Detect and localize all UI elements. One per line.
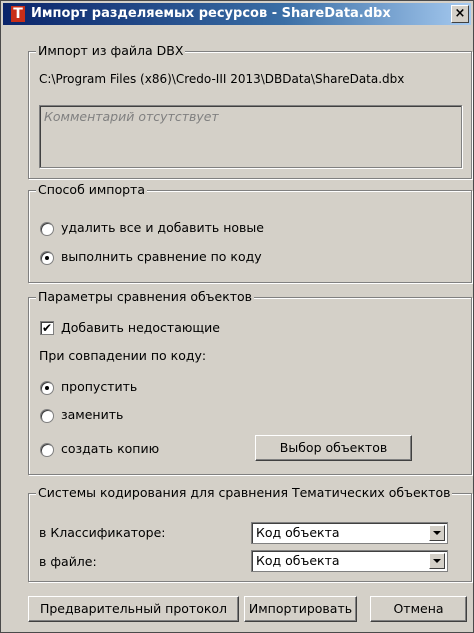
import-dialog: T Импорт разделяемых ресурсов - ShareDat… (0, 0, 474, 633)
radio-replace-label: заменить (61, 407, 124, 422)
comment-textarea[interactable]: Комментарий отсутствует (39, 105, 462, 168)
group-frame (28, 190, 472, 283)
group-title: Способ импорта (36, 182, 148, 197)
add-missing-label: Добавить недостающие (61, 320, 220, 335)
file-label: в файле: (39, 554, 97, 569)
classifier-value: Код объекта (256, 525, 340, 540)
group-title: Импорт из файла DBX (36, 43, 186, 58)
close-icon[interactable]: × (451, 5, 469, 23)
title-bar: T Импорт разделяемых ресурсов - ShareDat… (3, 3, 471, 25)
preview-protocol-button[interactable]: Предварительный протокол (28, 596, 239, 622)
radio-skip[interactable] (40, 381, 54, 395)
select-objects-button[interactable]: Выбор объектов (255, 435, 412, 461)
radio-create-copy-label: создать копию (61, 441, 160, 456)
radio-skip-label: пропустить (61, 379, 138, 394)
coding-systems-group: Системы кодирования для сравнения Темати… (28, 486, 472, 582)
chevron-down-icon[interactable] (429, 525, 445, 541)
cancel-button[interactable]: Отмена (370, 596, 467, 622)
group-title: Параметры сравнения объектов (36, 289, 255, 304)
classifier-label: в Классификаторе: (39, 525, 166, 540)
radio-delete-all[interactable] (40, 222, 54, 236)
chevron-down-icon[interactable] (429, 553, 445, 569)
radio-delete-all-label: удалить все и добавить новые (61, 220, 264, 235)
file-combobox[interactable]: Код объекта (251, 550, 448, 572)
group-title: Системы кодирования для сравнения Темати… (36, 485, 453, 500)
file-path: C:\Program Files (x86)\Credo-III 2013\DB… (39, 72, 405, 86)
classifier-combobox[interactable]: Код объекта (251, 522, 448, 544)
on-match-label: При совпадении по коду: (39, 348, 207, 363)
import-method-group: Способ импорта удалить все и добавить но… (28, 183, 472, 283)
radio-compare-by-code-label: выполнить сравнение по коду (61, 249, 262, 264)
file-value: Код объекта (256, 553, 340, 568)
import-file-group: Импорт из файла DBX C:\Program Files (x8… (28, 44, 472, 179)
compare-params-group: Параметры сравнения объектов ✔ Добавить … (28, 290, 472, 475)
import-button[interactable]: Импортировать (244, 596, 357, 622)
radio-create-copy[interactable] (40, 443, 54, 457)
app-icon: T (11, 6, 25, 22)
window-title: Импорт разделяемых ресурсов - ShareData.… (31, 6, 391, 21)
add-missing-checkbox[interactable]: ✔ (40, 321, 54, 335)
radio-replace[interactable] (40, 409, 54, 423)
radio-compare-by-code[interactable] (40, 251, 54, 265)
